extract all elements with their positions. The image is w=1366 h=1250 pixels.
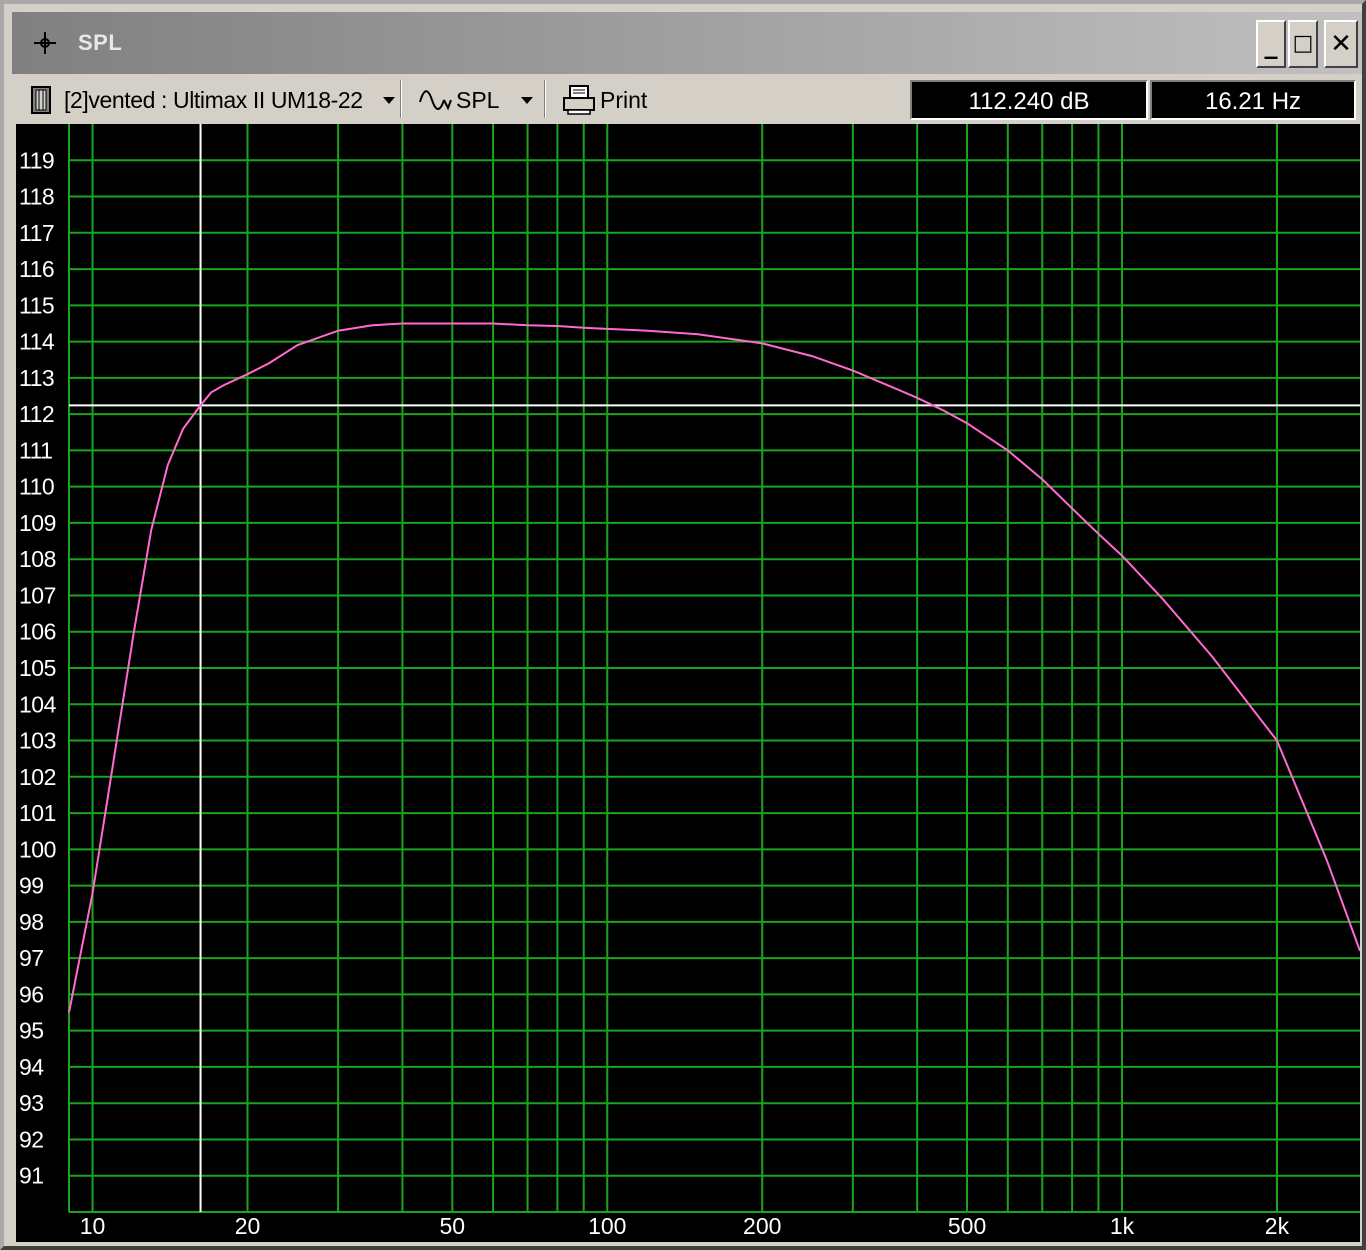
y-tick-label: 100	[19, 836, 56, 862]
y-tick-label: 113	[19, 365, 54, 391]
y-tick-label: 99	[19, 873, 44, 899]
frequency-readout: 16.21 Hz	[1150, 80, 1356, 120]
y-tick-label: 97	[19, 945, 44, 971]
y-tick-label: 114	[19, 329, 55, 355]
y-tick-label: 116	[19, 256, 54, 282]
y-tick-label: 119	[19, 147, 54, 173]
graph-label: SPL	[456, 86, 500, 113]
spl-chart: 91 92 93 94 95 96 97 98 99 100 101 102 103 104 105 106 1…	[19, 124, 1360, 1239]
x-tick-label: 10	[80, 1213, 106, 1239]
minimize-button[interactable]: _	[1256, 20, 1286, 68]
y-tick-label: 96	[19, 981, 44, 1007]
x-tick-label: 100	[588, 1213, 626, 1239]
y-axis-labels: 91 92 93 94 95 96 97 98 99 100 101 102 103 104 105 106 1…	[19, 147, 57, 1188]
y-tick-label: 118	[19, 184, 54, 210]
sine-wave-icon	[419, 90, 452, 111]
project-dropdown[interactable]: [2]vented : Ultimax II UM18-22	[30, 80, 395, 120]
speaker-box-icon	[31, 86, 51, 114]
y-tick-label: 112	[19, 401, 54, 427]
y-tick-label: 110	[19, 474, 54, 500]
y-tick-label: 102	[19, 764, 56, 790]
x-tick-label: 20	[235, 1213, 261, 1239]
y-tick-label: 93	[19, 1090, 44, 1116]
chevron-down-icon	[382, 96, 395, 104]
y-tick-label: 98	[19, 909, 44, 935]
chevron-down-icon	[521, 96, 534, 104]
y-tick-label: 117	[19, 220, 54, 246]
y-tick-label: 107	[19, 582, 56, 608]
window-title: SPL	[78, 30, 123, 55]
y-tick-label: 108	[19, 546, 56, 572]
y-tick-label: 106	[19, 619, 56, 645]
x-axis-labels: 10 20 50 100 200 500 1k 2k	[80, 1213, 1290, 1239]
y-tick-label: 91	[19, 1163, 44, 1189]
y-tick-label: 101	[19, 800, 56, 826]
x-tick-label: 50	[440, 1213, 466, 1239]
maximize-button[interactable]: □	[1288, 20, 1318, 68]
graph-dropdown[interactable]: SPL	[418, 80, 534, 120]
spl-plot-area[interactable]: 91 92 93 94 95 96 97 98 99 100 101 102 103 104 105 106 1…	[16, 124, 1360, 1242]
toolbar-separator	[544, 80, 546, 118]
y-tick-label: 109	[19, 510, 56, 536]
y-tick-label: 104	[19, 691, 57, 717]
title-bar[interactable]: SPL _ □ ✕	[12, 12, 1362, 74]
x-tick-label: 200	[743, 1213, 781, 1239]
spl-window: SPL _ □ ✕ [2]vented : Ultimax II UM18-22…	[0, 0, 1366, 1250]
y-tick-label: 94	[19, 1054, 44, 1080]
y-tick-label: 92	[19, 1126, 44, 1152]
x-tick-label: 2k	[1265, 1213, 1290, 1239]
x-tick-label: 1k	[1110, 1213, 1135, 1239]
y-tick-label: 115	[19, 292, 54, 318]
y-tick-label: 103	[19, 728, 56, 754]
y-tick-label: 111	[19, 437, 52, 463]
printer-icon	[563, 85, 595, 115]
close-button[interactable]: ✕	[1324, 20, 1358, 68]
level-readout: 112.240 dB	[910, 80, 1148, 120]
grid-horizontal	[69, 159, 1360, 1213]
toolbar-separator	[400, 80, 402, 118]
project-label: [2]vented : Ultimax II UM18-22	[64, 86, 363, 113]
crosshair-icon	[34, 32, 56, 54]
print-button[interactable]: Print	[562, 80, 647, 120]
x-tick-label: 500	[948, 1213, 986, 1239]
y-tick-label: 95	[19, 1018, 44, 1044]
y-tick-label: 105	[19, 655, 56, 681]
print-label: Print	[600, 86, 648, 113]
